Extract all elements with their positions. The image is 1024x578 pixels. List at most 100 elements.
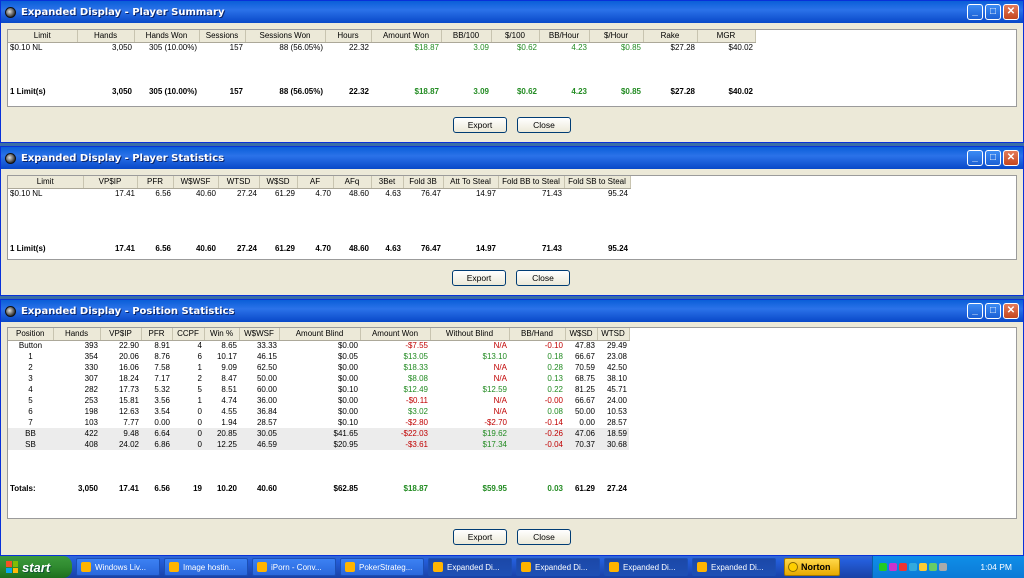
column-header[interactable]: WTSD: [597, 328, 630, 341]
column-header[interactable]: Hands: [53, 328, 101, 341]
column-header[interactable]: Rake: [643, 30, 698, 43]
column-header[interactable]: Limit: [8, 30, 78, 43]
table-row[interactable]: 4 282 17.73 5.32 5 8.51 60.00 $0.10 $12.49 $12.59…: [8, 384, 629, 395]
table-row[interactable]: $0.10 NL 17.41 6.56 40.60 27.24 61.29 4.70 48.6…: [8, 188, 630, 199]
table-cell: 1: [28, 352, 33, 361]
table-cell: 40.60: [195, 244, 216, 253]
column-header[interactable]: $/Hour: [589, 30, 644, 43]
title-bar[interactable]: Expanded Display - Player Statistics _ □…: [1, 147, 1023, 169]
empty-cell: [8, 210, 630, 221]
tray-icon[interactable]: [879, 563, 887, 571]
tray-icon[interactable]: [889, 563, 897, 571]
column-header[interactable]: MGR: [697, 30, 756, 43]
table-row[interactable]: 7 103 7.77 0.00 0 1.94 28.57 $0.10 -$2.80 -$2.70 -…: [8, 417, 629, 428]
column-header[interactable]: Amount Won: [371, 30, 442, 43]
taskbar-item[interactable]: Windows Liv...: [76, 558, 160, 576]
tray-icon[interactable]: [939, 563, 947, 571]
close-button[interactable]: Close: [517, 117, 571, 133]
export-button[interactable]: Export: [453, 117, 507, 133]
column-header[interactable]: Limit: [8, 176, 84, 189]
taskbar-item[interactable]: Image hostin...: [164, 558, 248, 576]
column-header[interactable]: Fold SB to Steal: [564, 176, 631, 189]
column-header[interactable]: Sessions: [199, 30, 246, 43]
column-header[interactable]: Amount Blind: [279, 328, 361, 341]
minimize-icon[interactable]: _: [967, 150, 983, 166]
taskbar-item[interactable]: Expanded Di...: [604, 558, 688, 576]
table-row[interactable]: 1 354 20.06 8.76 6 10.17 46.15 $0.05 $13.05 $13.1…: [8, 351, 629, 362]
column-header[interactable]: W$SD: [565, 328, 598, 341]
taskbar-item[interactable]: iPorn - Conv...: [252, 558, 336, 576]
maximize-icon[interactable]: □: [985, 303, 1001, 319]
tray-icon[interactable]: [919, 563, 927, 571]
column-header[interactable]: Hands: [77, 30, 135, 43]
column-header[interactable]: Amount Won: [360, 328, 431, 341]
column-header[interactable]: CCPF: [172, 328, 205, 341]
totals-row[interactable]: Totals: 3,050 17.41 6.56 19 10.20 40.60 $62.85 $…: [8, 483, 629, 494]
tray-icon[interactable]: [909, 563, 917, 571]
column-header[interactable]: $/100: [491, 30, 540, 43]
column-header[interactable]: W$WSF: [239, 328, 280, 341]
table-cell: 6.64: [141, 428, 172, 439]
column-header[interactable]: Hours: [325, 30, 372, 43]
column-header[interactable]: Fold BB to Steal: [498, 176, 565, 189]
maximize-icon[interactable]: □: [985, 150, 1001, 166]
column-header[interactable]: PFR: [137, 176, 174, 189]
minimize-icon[interactable]: _: [967, 303, 983, 319]
table-cell: -0.10: [544, 341, 563, 351]
table-cell: 0.00: [154, 418, 170, 427]
column-header[interactable]: Win %: [204, 328, 240, 341]
table-row[interactable]: 6 198 12.63 3.54 0 4.55 36.84 $0.00 $3.02 N/A 0.08…: [8, 406, 629, 417]
export-button[interactable]: Export: [453, 529, 507, 545]
column-header[interactable]: Hands Won: [134, 30, 200, 43]
title-bar[interactable]: Expanded Display - Position Statistics _…: [1, 300, 1023, 322]
header-row: Limit Hands Hands Won Sessions Sessions Won H…: [8, 30, 756, 43]
column-header[interactable]: BB/Hand: [509, 328, 566, 341]
table-cell: 22.32: [348, 43, 369, 53]
tray-icon[interactable]: [899, 563, 907, 571]
column-header[interactable]: Position: [8, 328, 54, 341]
norton-button[interactable]: Norton: [784, 558, 840, 576]
table-row[interactable]: SB 408 24.02 6.86 0 12.25 46.59 $20.95 -$3.61 $17…: [8, 439, 629, 450]
close-icon[interactable]: ✕: [1003, 150, 1019, 166]
maximize-icon[interactable]: □: [985, 4, 1001, 20]
column-header[interactable]: VP$IP: [100, 328, 142, 341]
column-header[interactable]: Fold 3B: [403, 176, 444, 189]
export-button[interactable]: Export: [452, 270, 506, 286]
tray-icon[interactable]: [929, 563, 937, 571]
table-cell: 0.08: [547, 407, 563, 416]
column-header[interactable]: WTSD: [218, 176, 260, 189]
table-cell: 50.00: [256, 374, 277, 383]
column-header[interactable]: 3Bet: [371, 176, 404, 189]
column-header[interactable]: BB/100: [441, 30, 492, 43]
column-header[interactable]: Without Blind: [430, 328, 510, 341]
taskbar-item[interactable]: Expanded Di...: [516, 558, 600, 576]
close-icon[interactable]: ✕: [1003, 303, 1019, 319]
table-row[interactable]: 5 253 15.81 3.56 1 4.74 36.00 $0.00 -$0.11 N/A -0.…: [8, 395, 629, 406]
column-header[interactable]: W$WSF: [173, 176, 219, 189]
close-icon[interactable]: ✕: [1003, 4, 1019, 20]
close-button[interactable]: Close: [516, 270, 570, 286]
totals-row[interactable]: 1 Limit(s) 17.41 6.56 40.60 27.24 61.29 4.70 48…: [8, 243, 630, 254]
column-header[interactable]: AFq: [333, 176, 372, 189]
title-bar[interactable]: Expanded Display - Player Summary _ □ ✕: [1, 1, 1023, 23]
column-header[interactable]: Sessions Won: [245, 30, 326, 43]
taskbar-item[interactable]: Expanded Di...: [692, 558, 776, 576]
column-header[interactable]: Att To Steal: [443, 176, 499, 189]
taskbar-item[interactable]: PokerStrateg...: [340, 558, 424, 576]
table-row[interactable]: 2 330 16.06 7.58 1 9.09 62.50 $0.00 $18.33 N/A 0.2…: [8, 362, 629, 373]
start-button[interactable]: start: [0, 556, 72, 578]
column-header[interactable]: VP$IP: [83, 176, 138, 189]
column-header[interactable]: AF: [297, 176, 334, 189]
table-row[interactable]: 3 307 18.24 7.17 2 8.47 50.00 $0.00 $8.08 N/A 0.13…: [8, 373, 629, 384]
column-header[interactable]: PFR: [141, 328, 173, 341]
close-button[interactable]: Close: [517, 529, 571, 545]
table-row[interactable]: BB 422 9.48 6.64 0 20.85 30.05 $41.65 -$22.03 $19…: [8, 428, 629, 439]
column-header[interactable]: BB/Hour: [539, 30, 590, 43]
totals-row[interactable]: 1 Limit(s) 3,050 305 (10.00%) 157 88 (56.05%…: [8, 86, 755, 97]
column-header[interactable]: W$SD: [259, 176, 298, 189]
taskbar-item[interactable]: Expanded Di...: [428, 558, 512, 576]
table-row[interactable]: Button 393 22.90 8.91 4 8.65 33.33 $0.00 -$7.55 N…: [8, 340, 629, 351]
table-row[interactable]: $0.10 NL 3,050 305 (10.00%) 157 88 (56.05%) 2…: [8, 42, 755, 53]
position-statistics-window: Expanded Display - Position Statistics _…: [0, 299, 1024, 556]
minimize-icon[interactable]: _: [967, 4, 983, 20]
